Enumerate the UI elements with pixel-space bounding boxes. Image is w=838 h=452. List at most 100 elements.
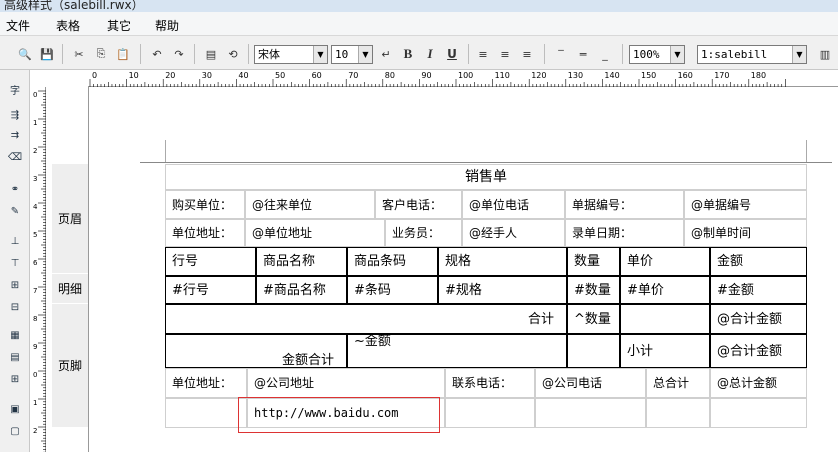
split-icon[interactable]: ⊟	[6, 300, 24, 316]
footer-field[interactable]: @公司地址	[247, 368, 445, 398]
header-field[interactable]: 业务员：	[385, 219, 462, 247]
band-footer[interactable]: 页脚	[52, 304, 88, 428]
footer-cell[interactable]	[165, 398, 247, 428]
wrap-text-icon[interactable]: ↵	[377, 45, 395, 63]
footer-field[interactable]: 总合计	[646, 368, 710, 398]
column-header[interactable]: 商品名称	[256, 247, 347, 276]
insert-column-icon[interactable]: ▥	[816, 45, 834, 63]
footer-cell[interactable]	[445, 398, 535, 428]
detail-cell[interactable]: #商品名称	[256, 276, 347, 304]
subtotal-value[interactable]: @合计金额	[710, 334, 807, 368]
detail-cell[interactable]: #金额	[710, 276, 807, 304]
align-left-icon[interactable]: ≡	[474, 45, 492, 63]
refresh-icon[interactable]: ⟲	[224, 45, 242, 63]
header-field[interactable]: @制单时间	[684, 219, 807, 247]
amount-value[interactable]: ~金额	[347, 334, 567, 368]
align-right-icon[interactable]: ≡	[518, 45, 536, 63]
paste-icon[interactable]: 📋	[114, 45, 132, 63]
vruler-label: 2	[33, 147, 37, 155]
detail-cell[interactable]: #数量	[567, 276, 620, 304]
cells-icon[interactable]: ⊞	[6, 372, 24, 388]
border-icon[interactable]: ▢	[6, 424, 24, 440]
footer-field[interactable]: 单位地址：	[165, 368, 247, 398]
font-size-select[interactable]: 10 ▼	[331, 45, 373, 64]
header-field[interactable]: @单位电话	[462, 190, 565, 219]
valign-top-icon[interactable]: ‾	[552, 45, 570, 63]
detail-cell[interactable]: #单价	[620, 276, 710, 304]
footer-field[interactable]: @公司电话	[535, 368, 646, 398]
col-width-icon[interactable]: ⊤	[6, 256, 24, 272]
column-header[interactable]: 单价	[620, 247, 710, 276]
header-field[interactable]: 单据编号：	[565, 190, 684, 219]
link-icon[interactable]: ⚭	[6, 182, 24, 198]
footer-field[interactable]: 联系电话：	[445, 368, 535, 398]
ruler-label: 180	[751, 71, 766, 80]
report-title[interactable]: 销售单	[165, 164, 807, 190]
header-field[interactable]: @单据编号	[684, 190, 807, 219]
cut-icon[interactable]: ✂	[70, 45, 88, 63]
band-header[interactable]: 页眉	[52, 164, 88, 274]
print-preview-icon[interactable]: 🔍	[16, 45, 34, 63]
header-field[interactable]: @单位地址	[245, 219, 385, 247]
band-detail[interactable]: 明细	[52, 274, 88, 304]
undo-icon[interactable]: ↶	[148, 45, 166, 63]
valign-bottom-icon[interactable]: _	[596, 45, 614, 63]
eraser-icon[interactable]: ⌫	[6, 150, 24, 166]
italic-button[interactable]: I	[421, 45, 439, 63]
font-format-icon[interactable]: 字	[6, 84, 24, 100]
vruler-label: 1	[33, 399, 37, 407]
vruler-label: 0	[33, 371, 37, 379]
insert-row-icon[interactable]: ⇶	[6, 108, 24, 124]
footer-cell[interactable]	[535, 398, 646, 428]
menu-other[interactable]: 其它	[107, 17, 131, 34]
copy-icon[interactable]: ⎘	[92, 45, 110, 63]
detail-cell[interactable]: #行号	[165, 276, 256, 304]
column-header[interactable]: 金额	[710, 247, 807, 276]
page-setup-icon[interactable]: ▤	[202, 45, 220, 63]
total-label[interactable]: 合计	[165, 304, 567, 334]
footer-cell[interactable]	[646, 398, 710, 428]
column-header[interactable]: 行号	[165, 247, 256, 276]
header-field[interactable]: @往来单位	[245, 190, 375, 219]
header-field[interactable]: 录单日期：	[565, 219, 684, 247]
header-field[interactable]: 客户电话：	[375, 190, 462, 219]
insert-col-icon[interactable]: ⇉	[6, 128, 24, 144]
merge-icon[interactable]: ⊞	[6, 278, 24, 294]
menu-help[interactable]: 帮助	[155, 17, 179, 34]
detail-cell[interactable]: #规格	[438, 276, 567, 304]
chevron-down-icon: ▼	[313, 46, 327, 63]
sheet-select[interactable]: 1:salebill ▼	[697, 45, 807, 64]
save-icon[interactable]: 💾	[38, 45, 56, 63]
underline-button[interactable]: U	[443, 45, 461, 63]
vertical-ruler: 0 1 2 3 4 5 6 7 8 9 0 1 2	[30, 87, 46, 452]
column-header[interactable]: 商品条码	[347, 247, 438, 276]
header-field[interactable]: 单位地址：	[165, 219, 245, 247]
font-select[interactable]: 宋体 ▼	[254, 45, 328, 64]
redo-icon[interactable]: ↷	[170, 45, 188, 63]
image-icon[interactable]: ▣	[6, 402, 24, 418]
total-qty[interactable]: ^数量	[567, 304, 620, 334]
header-field[interactable]: @经手人	[462, 219, 565, 247]
amount-total-label[interactable]: 金额合计	[165, 334, 347, 368]
valign-middle-icon[interactable]: ═	[574, 45, 592, 63]
align-center-icon[interactable]: ≡	[496, 45, 514, 63]
column-header[interactable]: 规格	[438, 247, 567, 276]
menu-file[interactable]: 文件	[6, 17, 30, 34]
amount-empty[interactable]	[567, 334, 620, 368]
zoom-select[interactable]: 100% ▼	[629, 45, 685, 64]
bold-button[interactable]: B	[399, 45, 417, 63]
footer-field[interactable]: @总计金额	[710, 368, 807, 398]
total-amount[interactable]: @合计金额	[710, 304, 807, 334]
header-field[interactable]: 购买单位：	[165, 190, 245, 219]
menu-table[interactable]: 表格	[56, 17, 80, 34]
table-icon[interactable]: ▤	[6, 350, 24, 366]
column-header[interactable]: 数量	[567, 247, 620, 276]
vruler-label: 5	[33, 231, 37, 239]
row-height-icon[interactable]: ⊥	[6, 234, 24, 250]
detail-cell[interactable]: #条码	[347, 276, 438, 304]
pencil-icon[interactable]: ✎	[6, 204, 24, 220]
subtotal-label[interactable]: 小计	[620, 334, 710, 368]
footer-cell[interactable]	[710, 398, 807, 428]
total-empty[interactable]	[620, 304, 710, 334]
grid-icon[interactable]: ▦	[6, 328, 24, 344]
